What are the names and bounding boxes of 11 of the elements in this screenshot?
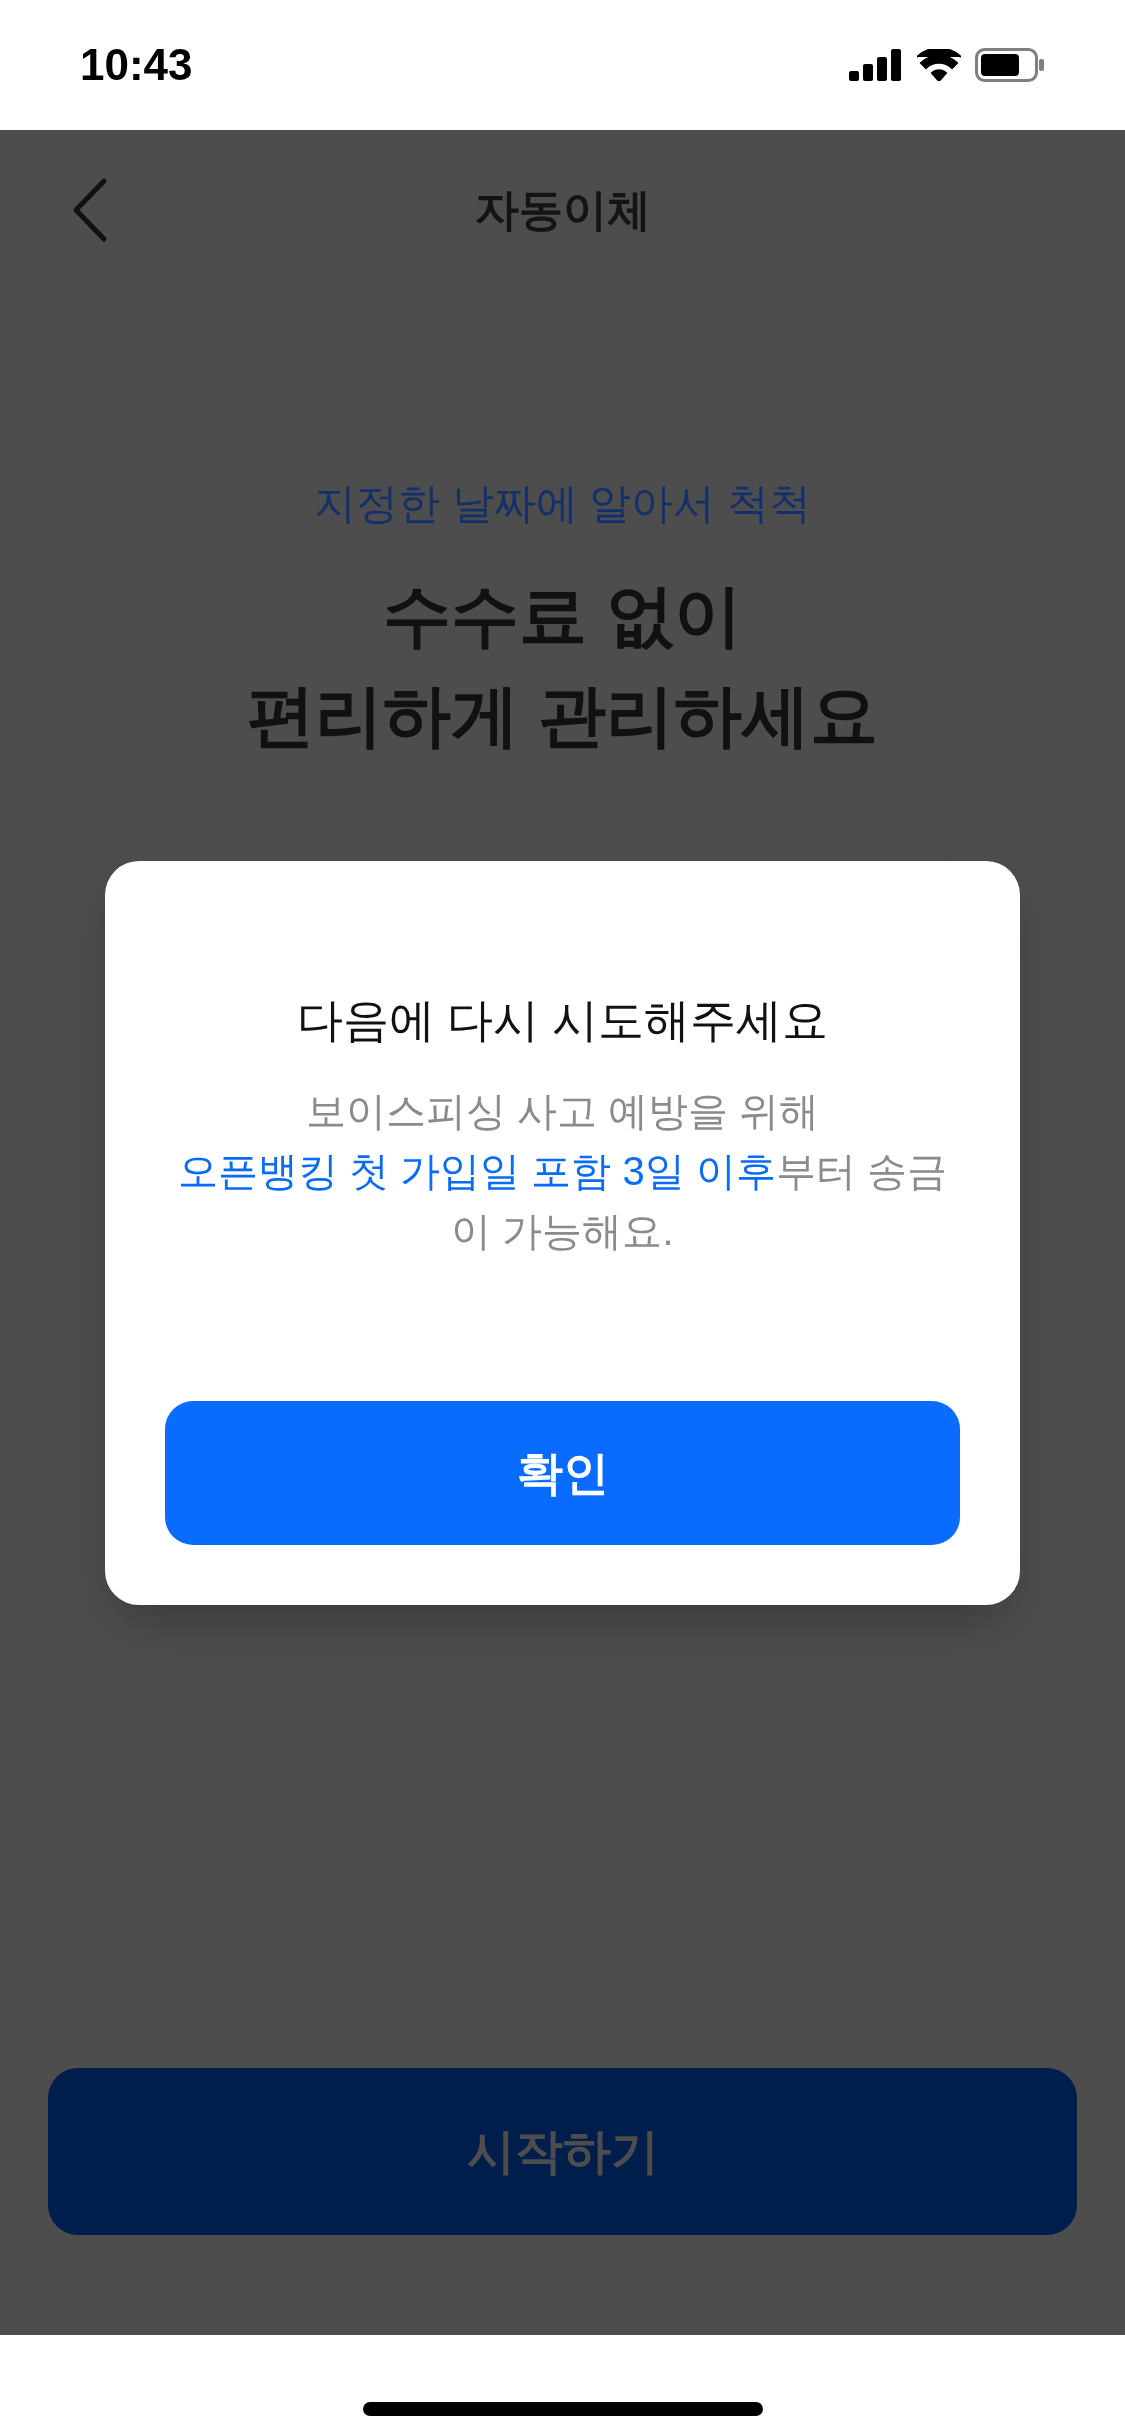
hero-headline: 수수료 없이: [383, 576, 742, 655]
page-title: 자동이체: [474, 184, 651, 236]
battery-icon: [975, 48, 1045, 82]
wifi-icon: [917, 49, 961, 81]
hero-subtitle: 지정한 날짜에 알아서 척척: [314, 479, 811, 529]
dialog-title: 다음에 다시 시도해주세요: [296, 993, 829, 1048]
status-time: 10:43: [80, 39, 193, 91]
confirm-button[interactable]: 확인: [165, 1401, 960, 1545]
signal-icon: [849, 49, 903, 81]
hero-headline: 편리하게 관리하세요: [247, 676, 878, 755]
dialog-message: 보이스피싱 사고 예방을 위해 오픈뱅킹 첫 가입일 포함 3일 이후부터 송금이 가능해요.: [177, 1088, 948, 1255]
